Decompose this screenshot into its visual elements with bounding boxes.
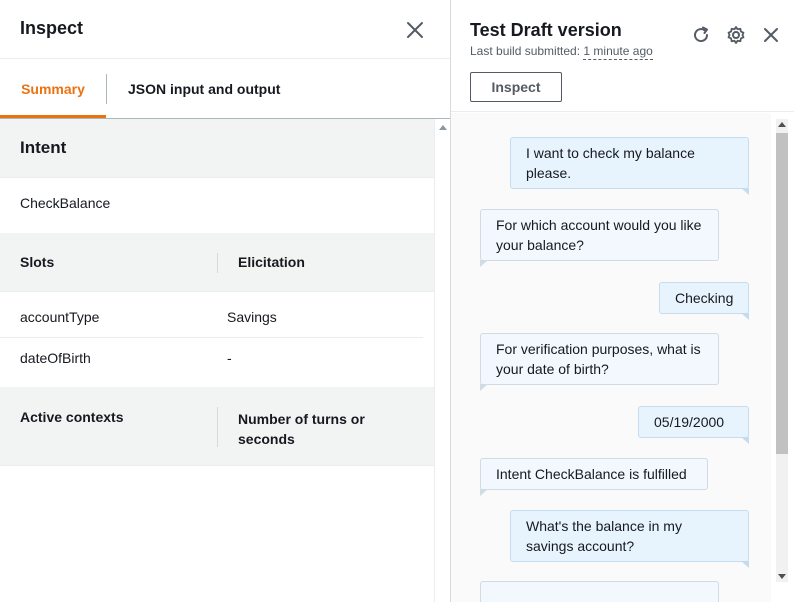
scroll-up-arrow-icon[interactable] xyxy=(778,122,786,127)
active-contexts-table-header: Active contexts Number of turns or secon… xyxy=(0,387,434,466)
test-header: Test Draft version Last build submitted:… xyxy=(451,0,794,112)
close-icon[interactable] xyxy=(404,19,426,41)
elicitation-column-header: Elicitation xyxy=(238,254,305,270)
tab-summary[interactable]: Summary xyxy=(0,59,106,118)
column-divider xyxy=(217,407,218,447)
inspect-title: Inspect xyxy=(20,18,84,38)
tab-divider xyxy=(106,74,107,104)
test-panel: Test Draft version Last build submitted:… xyxy=(451,0,794,602)
user-message: What's the balance in my savings account… xyxy=(510,510,749,568)
bot-message-partial xyxy=(480,581,719,602)
slot-value-cell: - xyxy=(227,350,232,366)
settings-icon[interactable] xyxy=(725,24,747,46)
slots-column-header: Slots xyxy=(20,254,55,270)
intent-section-header: Intent xyxy=(0,119,434,178)
user-message: Checking xyxy=(659,282,749,320)
active-contexts-column-header: Active contexts xyxy=(20,409,124,425)
inspect-tabs: Summary JSON input and output xyxy=(0,59,450,119)
scroll-down-arrow-icon[interactable] xyxy=(778,574,786,579)
slot-name-cell: dateOfBirth xyxy=(20,350,91,366)
inspect-button[interactable]: Inspect xyxy=(470,72,562,102)
turns-column-header: Number of turns or seconds xyxy=(238,411,365,447)
intent-heading: Intent xyxy=(20,138,67,157)
test-title: Test Draft version xyxy=(470,20,622,40)
bot-message: Intent CheckBalance is fulfilled xyxy=(480,458,708,496)
user-message: 05/19/2000 xyxy=(638,406,749,444)
close-icon[interactable] xyxy=(760,24,782,46)
scroll-up-arrow-icon[interactable] xyxy=(439,125,447,130)
conversation-scrollbar[interactable] xyxy=(771,113,794,602)
user-message: I want to check my balance please. xyxy=(510,137,749,195)
slots-table-header: Slots Elicitation xyxy=(0,233,434,292)
row-divider xyxy=(0,337,423,338)
inspect-scrollbar[interactable] xyxy=(434,119,450,602)
conversation-area: I want to check my balance please. For w… xyxy=(451,113,771,602)
refresh-icon[interactable] xyxy=(690,24,712,46)
build-label: Last build submitted: xyxy=(470,44,581,58)
bot-message: For which account would you like your ba… xyxy=(480,209,719,267)
slot-value-cell: Savings xyxy=(227,309,277,325)
summary-content: Intent CheckBalance Slots Elicitation ac… xyxy=(0,119,434,602)
inspect-header: Inspect xyxy=(0,0,450,59)
intent-value: CheckBalance xyxy=(20,195,111,211)
tab-json-input-output[interactable]: JSON input and output xyxy=(128,59,280,119)
scrollbar-track[interactable] xyxy=(776,119,788,582)
inspect-panel: Inspect Summary JSON input and output In… xyxy=(0,0,450,602)
build-status: Last build submitted: 1 minute ago xyxy=(470,44,653,60)
column-divider xyxy=(217,253,218,273)
scrollbar-thumb[interactable] xyxy=(776,133,788,454)
build-time[interactable]: 1 minute ago xyxy=(583,44,653,60)
bot-message: For verification purposes, what is your … xyxy=(480,333,719,391)
slot-name-cell: accountType xyxy=(20,309,100,325)
